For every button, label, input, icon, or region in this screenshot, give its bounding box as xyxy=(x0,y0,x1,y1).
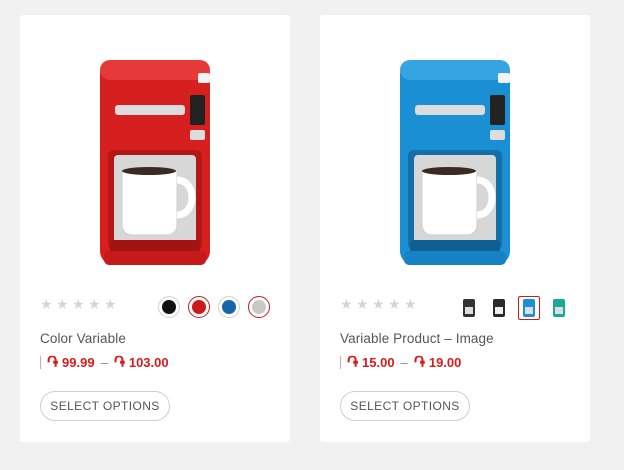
currency-symbol: ֏ xyxy=(413,353,425,371)
price-range: ֏ 99.99 – ֏ 103.00 xyxy=(40,353,169,371)
coffee-maker-icon xyxy=(553,299,565,317)
star-icon: ★ xyxy=(388,297,401,313)
color-swatches xyxy=(158,296,270,318)
image-swatches xyxy=(458,296,570,320)
select-options-button[interactable]: SELECT OPTIONS xyxy=(40,391,170,421)
currency-symbol: ֏ xyxy=(347,353,359,371)
swatch-blue[interactable] xyxy=(218,296,240,318)
swatch-blue-maker[interactable] xyxy=(518,296,540,320)
star-icon: ★ xyxy=(356,297,369,313)
swatch-black-maker[interactable] xyxy=(458,296,480,320)
product-image[interactable] xyxy=(40,35,270,285)
star-rating: ★ ★ ★ ★ ★ xyxy=(340,298,418,314)
star-icon: ★ xyxy=(88,297,101,313)
product-card: ★ ★ ★ ★ ★ Color Variable ֏ 99.99 – ֏ 103… xyxy=(20,15,290,442)
price-range: ֏ 15.00 – ֏ 19.00 xyxy=(340,353,461,371)
swatch-teal-maker[interactable] xyxy=(548,296,570,320)
coffee-maker-icon xyxy=(523,299,535,317)
price-min: 15.00 xyxy=(362,354,395,370)
star-icon: ★ xyxy=(40,297,53,313)
swatch-silver[interactable] xyxy=(248,296,270,318)
product-image[interactable] xyxy=(340,35,570,285)
currency-symbol: ֏ xyxy=(47,353,59,371)
price-min: 99.99 xyxy=(62,354,95,370)
price-divider xyxy=(40,355,41,369)
swatch-black[interactable] xyxy=(158,296,180,318)
star-icon: ★ xyxy=(340,297,353,313)
star-icon: ★ xyxy=(72,297,85,313)
star-icon: ★ xyxy=(404,297,417,313)
star-icon: ★ xyxy=(372,297,385,313)
star-icon: ★ xyxy=(104,297,117,313)
price-divider xyxy=(340,355,341,369)
coffee-maker-icon xyxy=(493,299,505,317)
coffee-maker-icon xyxy=(463,299,475,317)
swatch-black-maker-2[interactable] xyxy=(488,296,510,320)
currency-symbol: ֏ xyxy=(113,353,125,371)
product-title[interactable]: Variable Product – Image xyxy=(340,331,494,346)
price-max: 103.00 xyxy=(128,354,169,370)
price-separator: – xyxy=(100,354,108,370)
star-icon: ★ xyxy=(56,297,69,313)
star-rating: ★ ★ ★ ★ ★ xyxy=(40,298,118,314)
product-title[interactable]: Color Variable xyxy=(40,331,126,346)
swatch-red[interactable] xyxy=(188,296,210,318)
select-options-button[interactable]: SELECT OPTIONS xyxy=(340,391,470,421)
price-separator: – xyxy=(400,354,408,370)
product-card: ★ ★ ★ ★ ★ Variable Product – Image ֏ 15.… xyxy=(320,15,590,442)
price-max: 19.00 xyxy=(428,354,462,370)
